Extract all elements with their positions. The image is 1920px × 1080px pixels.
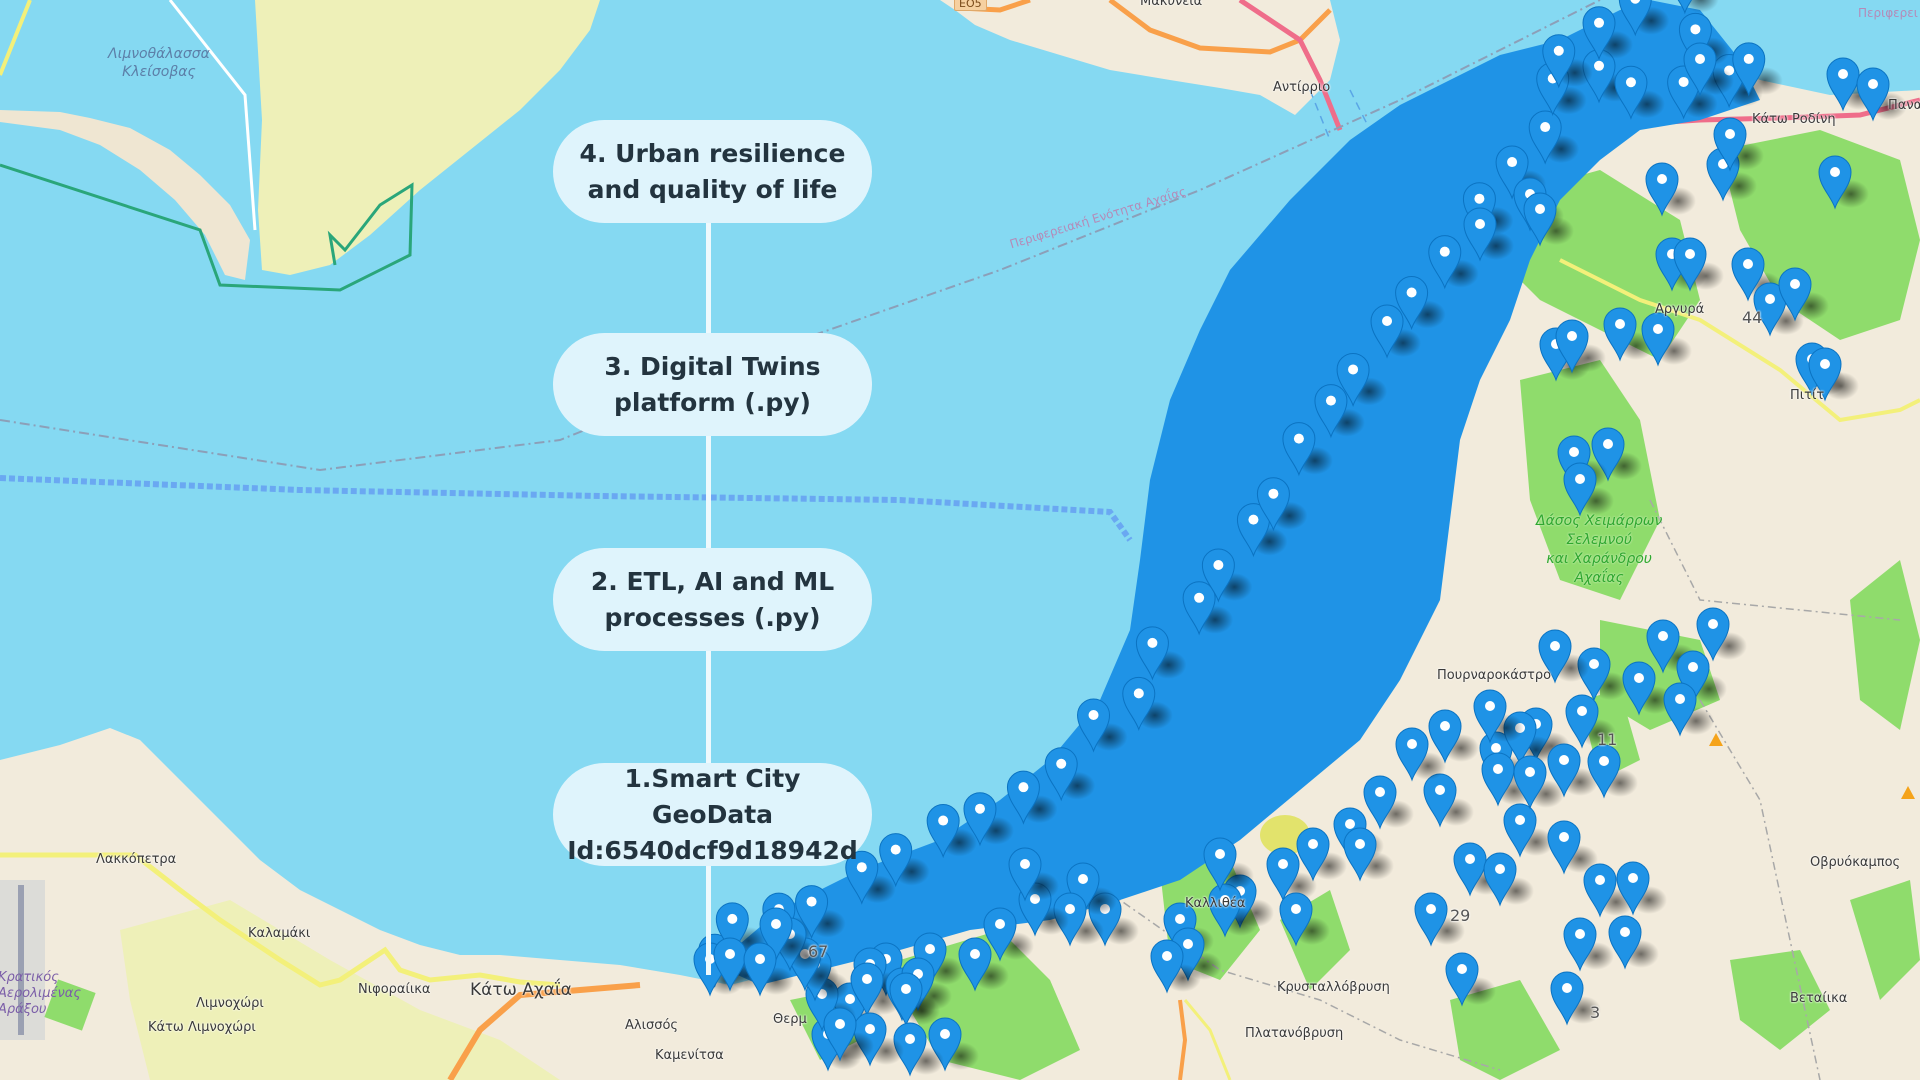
label-forest-area: Δάσος Χειμάρρων Σελεμνού και Χαράνδρου Α… <box>1536 513 1663 586</box>
step-smart-city-geodata[interactable]: 1.Smart City GeoData Id:6540dcf9d18942d <box>553 763 872 866</box>
step-label: 3. Digital Twins platform (.py) <box>604 351 821 417</box>
label-vetaika: Βεταίικα <box>1790 991 1848 1006</box>
label-argyra: Αργυρά <box>1655 302 1705 317</box>
label-krystallovrysi: Κρυσταλλόβρυση <box>1277 980 1390 995</box>
label-panag: Πανα <box>1888 98 1920 113</box>
label-kato-achaia: Κάτω Αχαΐα <box>470 980 572 1000</box>
label-kalamaki: Καλαμάκι <box>248 926 311 941</box>
label-niforaiika: Νιφοραίικα <box>358 982 431 997</box>
label-kallithea: Καλλιθέα <box>1185 896 1246 911</box>
label-pitit: Πιτίτ <box>1790 388 1825 403</box>
label-platanovrysi: Πλατανόβρυση <box>1245 1026 1344 1041</box>
step-urban-resilience[interactable]: 4. Urban resilience and quality of life <box>553 120 872 223</box>
label-therm: Θερμ <box>773 1012 807 1027</box>
step-etl-ai-ml[interactable]: 2. ETL, AI and ML processes (.py) <box>553 548 872 651</box>
label-kato-rodini: Κάτω Ροδίνη <box>1752 112 1836 127</box>
label-lagoon: Λιμνοθάλασσα Κλείσοβας <box>108 46 210 80</box>
step-digital-twins-platform[interactable]: 3. Digital Twins platform (.py) <box>553 333 872 436</box>
step-label: 1.Smart City GeoData Id:6540dcf9d18942d <box>567 763 858 865</box>
label-kato-limnochori: Κάτω Λιμνοχώρι <box>148 1020 256 1035</box>
label-limnochori: Λιμνοχώρι <box>196 996 264 1011</box>
label-airport: Κρατικός Αερολιμένας Αράξου <box>0 970 81 1017</box>
label-lakkopetra: Λακκόπετρα <box>96 852 177 867</box>
road-shield: EO5 <box>954 0 987 11</box>
label-pourna: Πουρναροκάστρο <box>1437 668 1552 683</box>
label-number-11: 11 <box>1597 730 1618 749</box>
label-antirrio: Αντίρριο <box>1273 80 1331 95</box>
label-number-29: 29 <box>1450 906 1471 925</box>
step-label: 4. Urban resilience and quality of life <box>579 138 846 204</box>
step-label: 2. ETL, AI and ML processes (.py) <box>590 566 835 632</box>
label-admin-region-partial: Περιφερει <box>1858 6 1918 20</box>
label-ovryokampos: Οβρυόκαμπος <box>1810 855 1901 870</box>
label-number-67: 67 <box>808 942 829 961</box>
label-number-3: 3 <box>1590 1003 1601 1022</box>
label-number-44: 44 <box>1742 308 1763 327</box>
label-kamenitsa: Καμενίτσα <box>655 1048 724 1063</box>
label-makyneia: Μακύνεια <box>1140 0 1203 9</box>
label-alissos: Αλισσός <box>625 1018 679 1033</box>
